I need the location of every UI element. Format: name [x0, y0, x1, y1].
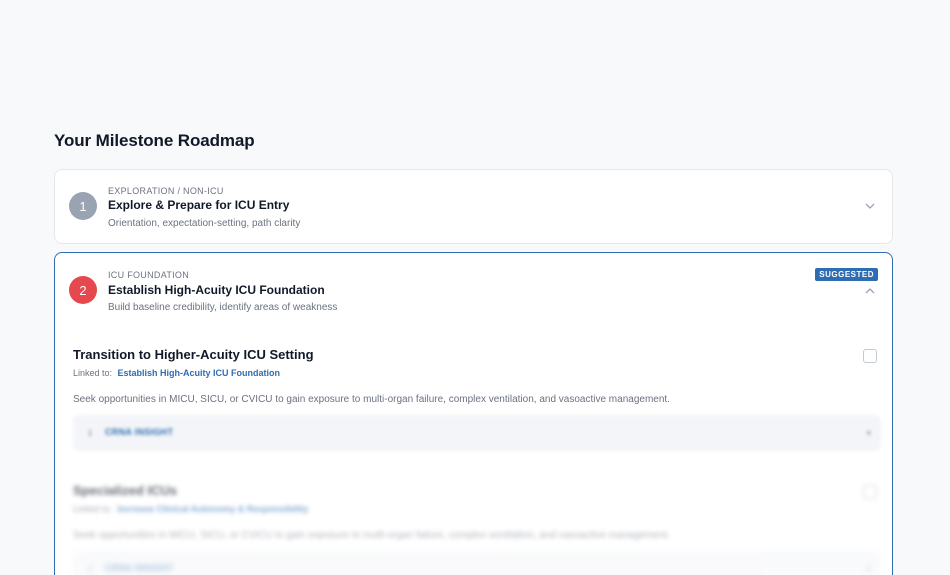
crna-insight-toggle[interactable]: ℹ CRNA INSIGHT ▾ [73, 415, 881, 451]
milestone-item: Transition to Higher-Acuity ICU Setting … [73, 347, 881, 451]
step-number-badge: 2 [69, 276, 97, 304]
linked-label: Linked to: [73, 504, 113, 514]
linked-phase-link[interactable]: Increase Clinical Autonomy & Responsibil… [118, 504, 309, 514]
phase-card-exploration[interactable]: 1 EXPLORATION / NON-ICU Explore & Prepar… [54, 169, 893, 244]
milestone-title: Transition to Higher-Acuity ICU Setting [73, 347, 314, 362]
milestone-linked-row: Linked to: Establish High-Acuity ICU Fou… [73, 368, 881, 378]
milestone-description: Seek opportunities in MICU, SICU, or CVI… [73, 394, 670, 405]
insight-label: CRNA INSIGHT [105, 427, 174, 437]
phase-title: Explore & Prepare for ICU Entry [108, 198, 290, 212]
linked-label: Linked to: [73, 368, 113, 378]
info-icon: ℹ [88, 427, 92, 438]
milestone-checkbox[interactable] [863, 485, 877, 499]
page-title: Your Milestone Roadmap [54, 131, 255, 150]
info-icon: ℹ [88, 563, 92, 574]
chevron-down-icon[interactable] [864, 200, 876, 212]
milestone-title: Specialized ICUs [73, 483, 178, 498]
phase-eyebrow: ICU FOUNDATION [108, 270, 190, 280]
crna-insight-toggle[interactable]: ℹ CRNA INSIGHT ▾ [73, 551, 881, 575]
step-number-badge: 1 [69, 192, 97, 220]
milestone-checkbox[interactable] [863, 349, 877, 363]
milestone-description: Seek opportunities in MICU, SICU, or CVI… [73, 530, 670, 541]
chevron-up-icon[interactable] [864, 285, 876, 297]
linked-phase-link[interactable]: Establish High-Acuity ICU Foundation [118, 368, 281, 378]
phase-description: Orientation, expectation-setting, path c… [108, 218, 301, 229]
phase-title: Establish High-Acuity ICU Foundation [108, 283, 325, 297]
phase-card-icu-foundation[interactable]: 2 ICU FOUNDATION Establish High-Acuity I… [54, 252, 893, 575]
insight-label: CRNA INSIGHT [105, 563, 174, 573]
chevron-down-icon: ▾ [866, 564, 871, 574]
chevron-down-icon: ▾ [866, 428, 871, 438]
milestone-item: Specialized ICUs Linked to: Increase Cli… [73, 483, 881, 575]
phase-eyebrow: EXPLORATION / NON-ICU [108, 186, 224, 196]
milestone-linked-row: Linked to: Increase Clinical Autonomy & … [73, 504, 881, 514]
suggested-badge: SUGGESTED [815, 268, 878, 281]
phase-description: Build baseline credibility, identify are… [108, 302, 338, 313]
